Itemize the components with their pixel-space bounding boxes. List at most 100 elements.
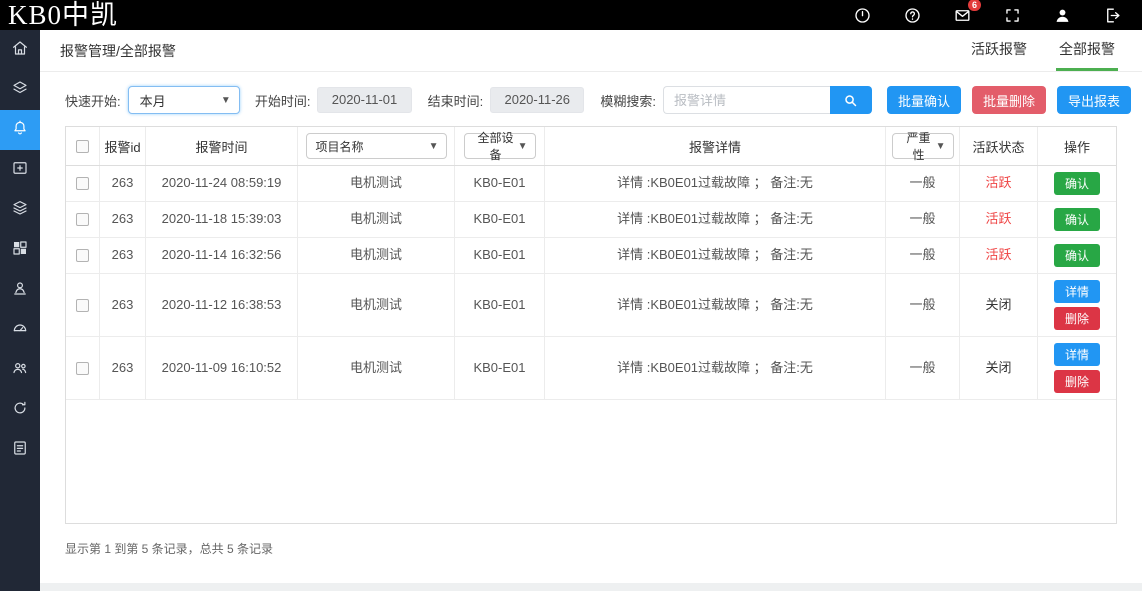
cell-alarm-id: 263 xyxy=(100,202,146,237)
header-active-status: 活跃状态 xyxy=(960,127,1038,165)
start-date-input[interactable]: 2020-11-01 xyxy=(317,87,411,113)
layers-icon xyxy=(11,79,29,102)
row-checkbox[interactable] xyxy=(76,299,89,312)
record-summary: 显示第 1 到第 5 条记录，总共 5 条记录 xyxy=(65,540,1142,557)
fullscreen-icon[interactable] xyxy=(1003,6,1022,25)
header-alarm-detail: 报警详情 xyxy=(545,127,886,165)
sidebar-item-gauge[interactable] xyxy=(0,310,40,350)
sidebar-item-home[interactable] xyxy=(0,30,40,70)
sidebar-item-user-pin[interactable] xyxy=(0,270,40,310)
page-header: 报警管理/全部报警 活跃报警全部报警 xyxy=(40,30,1142,72)
sidebar-item-window-plus[interactable] xyxy=(0,150,40,190)
users-icon xyxy=(11,359,29,382)
chevron-down-icon: ▼ xyxy=(936,141,946,152)
search-input[interactable] xyxy=(663,86,830,114)
start-time-label: 开始时间: xyxy=(255,91,311,110)
logout-icon[interactable] xyxy=(1103,6,1122,25)
cell-project-name: 电机测试 xyxy=(298,202,455,237)
sidebar-item-stack[interactable] xyxy=(0,190,40,230)
confirm-button[interactable]: 确认 xyxy=(1054,172,1100,195)
cell-device: KB0-E01 xyxy=(455,202,545,237)
chevron-down-icon: ▼ xyxy=(221,95,231,106)
user-icon[interactable] xyxy=(1053,6,1072,25)
quick-start-value: 本月 xyxy=(140,91,166,110)
row-checkbox-cell xyxy=(66,166,100,201)
cell-status: 活跃 xyxy=(960,238,1038,273)
header-checkbox-cell xyxy=(66,127,100,165)
detail-button[interactable]: 详情 xyxy=(1054,280,1100,303)
confirm-button[interactable]: 确认 xyxy=(1054,244,1100,267)
export-report-button[interactable]: 导出报表 xyxy=(1057,86,1131,114)
detail-button[interactable]: 详情 xyxy=(1054,343,1100,366)
mail-icon[interactable]: 6 xyxy=(953,6,972,25)
breadcrumb: 报警管理/全部报警 xyxy=(60,41,176,61)
sidebar-item-refresh-circle[interactable] xyxy=(0,390,40,430)
app-logo: KB0中凯 xyxy=(0,0,118,30)
sidebar-item-users[interactable] xyxy=(0,350,40,390)
table-row: 2632020-11-09 16:10:52电机测试KB0-E01详情 :KB0… xyxy=(66,337,1116,400)
tab-active-alarms[interactable]: 活跃报警 xyxy=(968,30,1030,71)
cell-actions: 确认 xyxy=(1038,166,1116,201)
project-name-select-value: 项目名称 xyxy=(316,138,364,155)
table-row: 2632020-11-12 16:38:53电机测试KB0-E01详情 :KB0… xyxy=(66,274,1116,337)
row-checkbox[interactable] xyxy=(76,249,89,262)
cell-actions: 详情删除 xyxy=(1038,337,1116,399)
cell-alarm-detail: 详情 :KB0E01过载故障 ； 备注:无 xyxy=(545,202,886,237)
cell-severity: 一般 xyxy=(886,166,960,201)
delete-button[interactable]: 删除 xyxy=(1054,370,1100,393)
gauge-icon xyxy=(11,319,29,342)
cell-project-name: 电机测试 xyxy=(298,166,455,201)
header-alarm-id: 报警id xyxy=(100,127,146,165)
sidebar-item-bell[interactable] xyxy=(0,110,40,150)
batch-delete-button[interactable]: 批量删除 xyxy=(972,86,1046,114)
project-name-select[interactable]: 项目名称 ▼ xyxy=(306,133,447,159)
cell-alarm-id: 263 xyxy=(100,337,146,399)
cell-project-name: 电机测试 xyxy=(298,274,455,336)
row-checkbox[interactable] xyxy=(76,177,89,190)
row-checkbox[interactable] xyxy=(76,213,89,226)
cell-status: 活跃 xyxy=(960,202,1038,237)
header-actions: 操作 xyxy=(1038,127,1116,165)
select-all-checkbox[interactable] xyxy=(76,140,89,153)
help-icon[interactable] xyxy=(903,6,922,25)
device-select[interactable]: 全部设备 ▼ xyxy=(464,133,536,159)
sidebar-item-layers[interactable] xyxy=(0,70,40,110)
cell-device: KB0-E01 xyxy=(455,274,545,336)
table-row: 2632020-11-18 15:39:03电机测试KB0-E01详情 :KB0… xyxy=(66,202,1116,238)
cell-device: KB0-E01 xyxy=(455,337,545,399)
severity-select[interactable]: 严重性 ▼ xyxy=(892,133,954,159)
cell-alarm-detail: 详情 :KB0E01过载故障 ； 备注:无 xyxy=(545,238,886,273)
search-button[interactable] xyxy=(830,86,872,114)
cell-alarm-id: 263 xyxy=(100,238,146,273)
row-checkbox[interactable] xyxy=(76,362,89,375)
sidebar-item-document-list[interactable] xyxy=(0,430,40,470)
cell-project-name: 电机测试 xyxy=(298,337,455,399)
sidebar-item-grid[interactable] xyxy=(0,230,40,270)
cell-device: KB0-E01 xyxy=(455,238,545,273)
delete-button[interactable]: 删除 xyxy=(1054,307,1100,330)
power-icon[interactable] xyxy=(853,6,872,25)
cell-actions: 确认 xyxy=(1038,202,1116,237)
cell-alarm-id: 263 xyxy=(100,274,146,336)
chevron-down-icon: ▼ xyxy=(429,141,439,152)
confirm-button[interactable]: 确认 xyxy=(1054,208,1100,231)
quick-start-select[interactable]: 本月 ▼ xyxy=(128,86,240,114)
table-row: 2632020-11-14 16:32:56电机测试KB0-E01详情 :KB0… xyxy=(66,238,1116,274)
alarm-table: 报警id 报警时间 项目名称 ▼ 全部设备 ▼ 报警详情 严重性 ▼ xyxy=(65,126,1117,524)
header-device-cell: 全部设备 ▼ xyxy=(455,127,545,165)
batch-confirm-button[interactable]: 批量确认 xyxy=(887,86,961,114)
refresh-circle-icon xyxy=(11,399,29,422)
device-select-value: 全部设备 xyxy=(474,129,518,163)
cell-status: 关闭 xyxy=(960,274,1038,336)
severity-select-value: 严重性 xyxy=(902,129,936,163)
user-pin-icon xyxy=(11,279,29,302)
tab-all-alarms[interactable]: 全部报警 xyxy=(1056,30,1118,71)
cell-status: 关闭 xyxy=(960,337,1038,399)
header-severity-cell: 严重性 ▼ xyxy=(886,127,960,165)
end-time-label: 结束时间: xyxy=(428,91,484,110)
end-date-input[interactable]: 2020-11-26 xyxy=(490,87,584,113)
row-checkbox-cell xyxy=(66,238,100,273)
document-list-icon xyxy=(11,439,29,462)
row-checkbox-cell xyxy=(66,337,100,399)
cell-project-name: 电机测试 xyxy=(298,238,455,273)
